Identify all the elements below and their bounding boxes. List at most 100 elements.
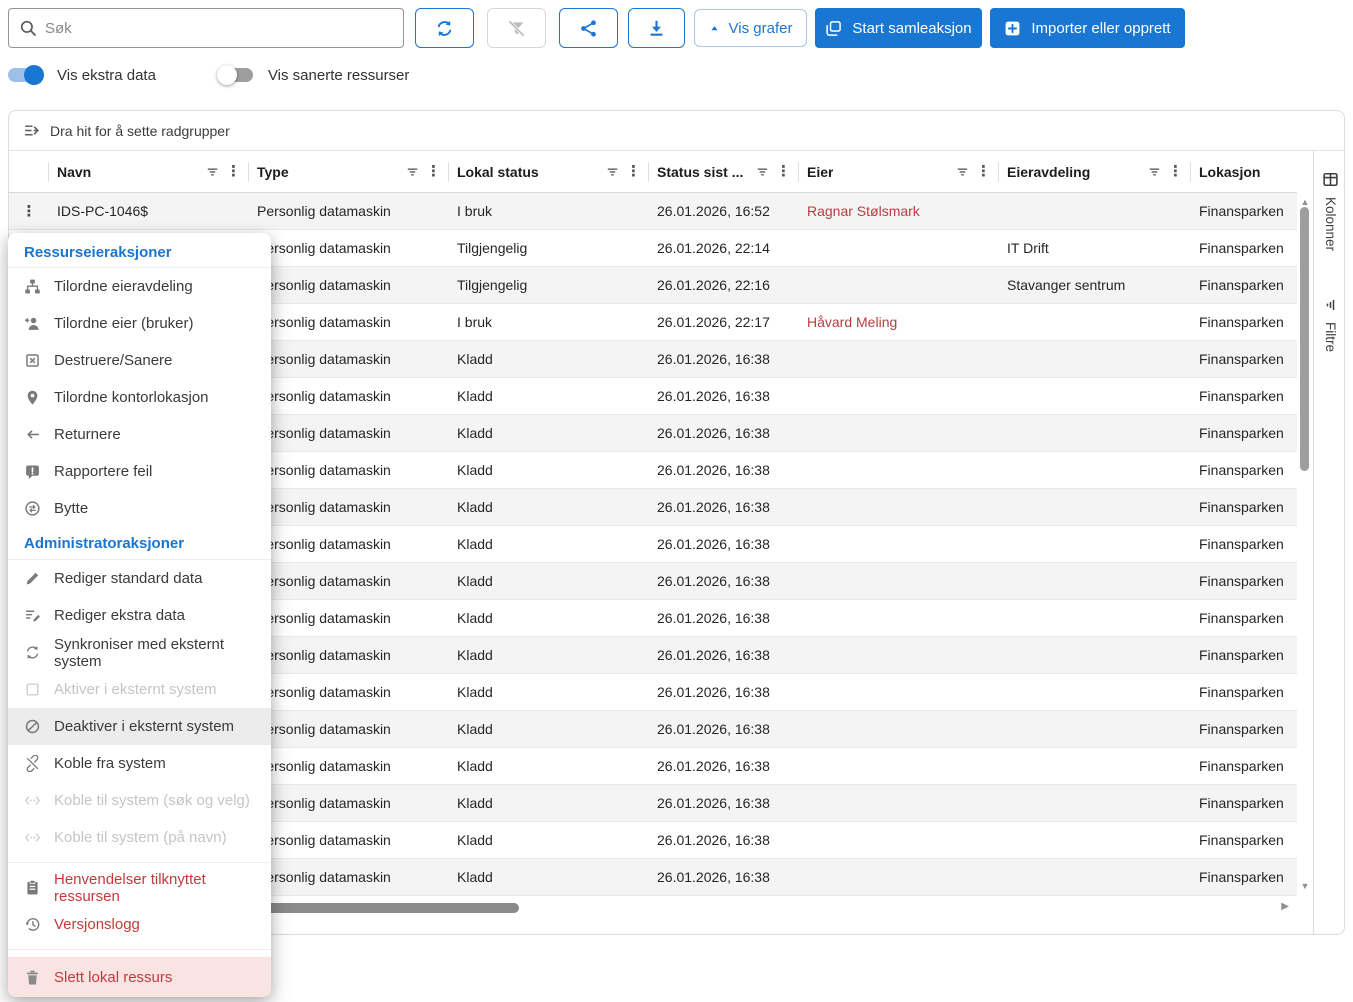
cell-eier-link[interactable]	[799, 267, 999, 303]
cell-eier-link[interactable]: Ragnar Stølsmark	[799, 193, 999, 229]
cell-lokasjon: Finansparken	[1191, 415, 1297, 451]
table-header: Navn ⋮ Type ⋮ Lokal status ⋮ Status sist…	[9, 151, 1297, 193]
menu-item-rediger-standard-data[interactable]: Rediger standard data	[8, 560, 271, 597]
menu-item-koble-fra-system[interactable]: Koble fra system	[8, 745, 271, 782]
filter-bars-icon[interactable]	[755, 164, 770, 179]
cell-eier-link[interactable]: Håvard Meling	[799, 304, 999, 340]
column-menu-icon[interactable]: ⋮	[626, 164, 641, 179]
filter-bars-icon[interactable]	[205, 164, 220, 179]
table-row[interactable]: ⋮ IDS-PC-1046$ Personlig datamaskin I br…	[9, 193, 1297, 230]
search-box[interactable]	[8, 8, 404, 48]
toggle-thumb	[24, 65, 44, 85]
cell-lokal-status: Tilgjengelig	[449, 267, 649, 303]
filter-bars-icon[interactable]	[405, 164, 420, 179]
importer-opprett-button[interactable]: Importer eller opprett	[990, 8, 1185, 48]
cell-eier-link[interactable]	[799, 230, 999, 266]
download-button[interactable]	[628, 8, 685, 48]
menu-item-deaktiver-eksternt[interactable]: Deaktiver i eksternt system	[8, 708, 271, 745]
cell-status-sist: 26.01.2026, 16:52	[649, 193, 799, 229]
vertical-scrollbar-thumb[interactable]	[1300, 207, 1309, 471]
filter-bars-icon[interactable]	[955, 164, 970, 179]
cell-eier-link[interactable]	[799, 563, 999, 599]
cell-eieravdeling: IT Drift	[999, 230, 1191, 266]
cell-eier-link[interactable]	[799, 600, 999, 636]
menu-item-bytte[interactable]: Bytte	[8, 490, 271, 527]
cell-eier-link[interactable]	[799, 489, 999, 525]
menu-item-synkroniser[interactable]: Synkroniser med eksternt system	[8, 634, 271, 671]
tab-kolonner[interactable]: Kolonner	[1314, 171, 1345, 251]
scroll-up-arrow[interactable]: ▲	[1299, 197, 1311, 207]
cell-type: Personlig datamaskin	[249, 341, 449, 377]
column-menu-icon[interactable]: ⋮	[776, 164, 791, 179]
cell-type: Personlig datamaskin	[249, 378, 449, 414]
cell-eier-link[interactable]	[799, 748, 999, 784]
cell-eier-link[interactable]	[799, 452, 999, 488]
menu-item-rediger-ekstra-data[interactable]: Rediger ekstra data	[8, 597, 271, 634]
menu-item-henvendelser[interactable]: Henvendelser tilknyttet ressursen	[8, 869, 271, 906]
cell-eier-link[interactable]	[799, 526, 999, 562]
cell-eieravdeling	[999, 637, 1191, 673]
cell-status-sist: 26.01.2026, 16:38	[649, 859, 799, 895]
menu-item-rapportere-feil[interactable]: Rapportere feil	[8, 453, 271, 490]
vertical-scrollbar[interactable]: ▲ ▼	[1297, 193, 1313, 896]
filter-bars-icon[interactable]	[1147, 164, 1162, 179]
cell-lokasjon: Finansparken	[1191, 748, 1297, 784]
menu-item-tilordne-eieravdeling[interactable]: Tilordne eieravdeling	[8, 268, 271, 305]
header-cell-eier[interactable]: Eier ⋮	[799, 151, 999, 192]
cell-eier-link[interactable]	[799, 637, 999, 673]
cell-lokal-status: Kladd	[449, 674, 649, 710]
cell-status-sist: 26.01.2026, 16:38	[649, 563, 799, 599]
cell-lokasjon: Finansparken	[1191, 230, 1297, 266]
column-menu-icon[interactable]: ⋮	[226, 164, 241, 179]
vis-sanerte-ressurser-toggle[interactable]	[219, 68, 253, 82]
cell-eieravdeling	[999, 674, 1191, 710]
row-group-dropzone[interactable]: Dra hit for å sette radgrupper	[9, 111, 1344, 151]
header-cell-type[interactable]: Type ⋮	[249, 151, 449, 192]
menu-item-tilordne-kontorlokasjon[interactable]: Tilordne kontorlokasjon	[8, 379, 271, 416]
scroll-right-arrow[interactable]: ▶	[1281, 901, 1289, 912]
cell-eier-link[interactable]	[799, 859, 999, 895]
header-cell-navn[interactable]: Navn ⋮	[49, 151, 249, 192]
menu-item-slett-lokal-ressurs[interactable]: Slett lokal ressurs	[8, 957, 271, 997]
cell-lokasjon: Finansparken	[1191, 711, 1297, 747]
header-cell-status-sist[interactable]: Status sist ... ⋮	[649, 151, 799, 192]
column-menu-icon[interactable]: ⋮	[976, 164, 991, 179]
refresh-icon	[435, 19, 454, 38]
vis-grafer-button[interactable]: Vis grafer	[694, 9, 807, 47]
cell-type: Personlig datamaskin	[249, 711, 449, 747]
menu-item-label: Rediger standard data	[54, 570, 202, 587]
cell-lokal-status: Kladd	[449, 711, 649, 747]
menu-item-returnere[interactable]: Returnere	[8, 416, 271, 453]
cell-eier-link[interactable]	[799, 822, 999, 858]
filter-bars-icon[interactable]	[605, 164, 620, 179]
header-cell-lokasjon[interactable]: Lokasjon	[1191, 151, 1297, 192]
header-cell-eieravdeling[interactable]: Eieravdeling ⋮	[999, 151, 1191, 192]
cell-lokasjon: Finansparken	[1191, 563, 1297, 599]
search-input[interactable]	[45, 20, 393, 37]
cell-eier-link[interactable]	[799, 415, 999, 451]
map-pin-icon	[24, 389, 41, 406]
menu-item-destruere-sanere[interactable]: Destruere/Sanere	[8, 342, 271, 379]
cell-eieravdeling	[999, 711, 1191, 747]
tab-filtre[interactable]: Filtre	[1314, 297, 1345, 352]
refresh-button[interactable]	[415, 8, 474, 48]
cell-lokal-status: Kladd	[449, 822, 649, 858]
cell-eier-link[interactable]	[799, 378, 999, 414]
cell-eier-link[interactable]	[799, 341, 999, 377]
menu-item-versjonslogg[interactable]: Versjonslogg	[8, 906, 271, 943]
column-menu-icon[interactable]: ⋮	[1168, 164, 1183, 179]
vis-ekstra-data-toggle[interactable]	[8, 68, 42, 82]
column-menu-icon[interactable]: ⋮	[426, 164, 441, 179]
share-button[interactable]	[559, 8, 618, 48]
menu-item-tilordne-eier[interactable]: Tilordne eier (bruker)	[8, 305, 271, 342]
cell-type: Personlig datamaskin	[249, 785, 449, 821]
cell-eier-link[interactable]	[799, 711, 999, 747]
cell-eier-link[interactable]	[799, 785, 999, 821]
cell-status-sist: 26.01.2026, 22:14	[649, 230, 799, 266]
row-actions-menu-icon[interactable]: ⋮	[22, 202, 37, 220]
scroll-down-arrow[interactable]: ▼	[1299, 881, 1311, 891]
cell-eier-link[interactable]	[799, 674, 999, 710]
cell-lokal-status: I bruk	[449, 193, 649, 229]
start-samleaksjon-button[interactable]: Start samleaksjon	[815, 8, 982, 48]
header-cell-lokal-status[interactable]: Lokal status ⋮	[449, 151, 649, 192]
